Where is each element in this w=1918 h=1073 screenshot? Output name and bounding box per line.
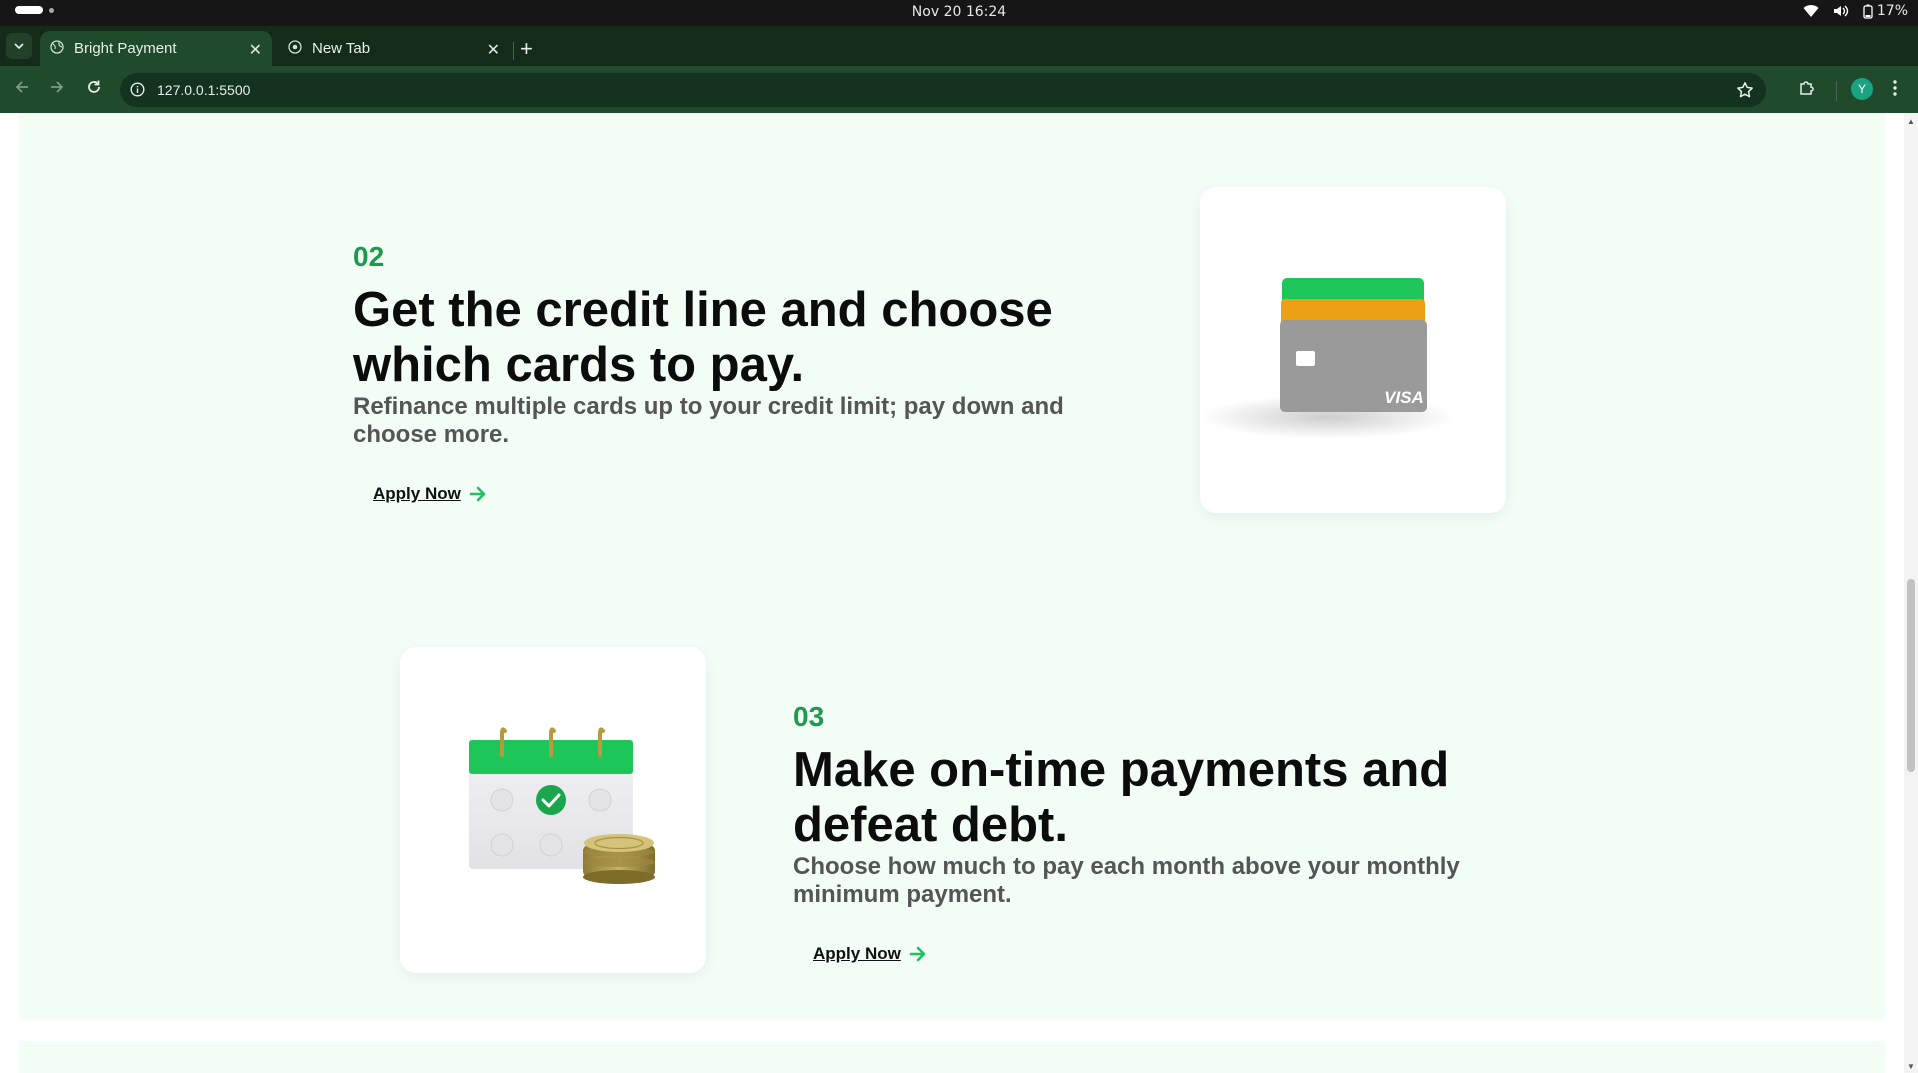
scroll-up-arrow-icon[interactable]: ▲ bbox=[1907, 117, 1915, 126]
os-top-bar: Nov 20 16:24 17% bbox=[0, 0, 1918, 26]
tab-new-tab[interactable]: New Tab ✕ bbox=[278, 31, 510, 66]
apply-now-link[interactable]: Apply Now bbox=[373, 484, 487, 504]
toolbar-divider bbox=[1836, 81, 1837, 101]
arrow-right-icon bbox=[469, 486, 486, 502]
calendar-coins-illustration bbox=[400, 647, 706, 973]
site-info-icon[interactable] bbox=[130, 82, 145, 102]
step-title: Get the credit line and choose which car… bbox=[353, 283, 1053, 392]
system-tray[interactable]: 17% bbox=[1803, 3, 1908, 19]
extensions-puzzle-icon[interactable] bbox=[1798, 79, 1816, 102]
credit-cards-icon: VISA bbox=[1200, 278, 1456, 439]
tab-bright-payment[interactable]: Bright Payment ✕ bbox=[40, 31, 272, 66]
page-scrollbar[interactable]: ▲ ▼ bbox=[1904, 113, 1918, 1073]
globe-icon bbox=[50, 39, 64, 58]
visa-card-label: VISA bbox=[1384, 388, 1424, 407]
close-tab-icon[interactable]: ✕ bbox=[249, 40, 262, 60]
bookmark-star-icon[interactable] bbox=[1736, 81, 1754, 104]
step-description: Choose how much to pay each month above … bbox=[793, 853, 1460, 908]
address-bar[interactable]: 127.0.0.1:5500 bbox=[120, 73, 1766, 107]
new-tab-button[interactable]: + bbox=[520, 36, 533, 62]
step-number: 03 bbox=[793, 701, 825, 732]
calendar-icon bbox=[469, 727, 655, 884]
battery-percent: 17% bbox=[1876, 3, 1908, 19]
reload-icon[interactable] bbox=[86, 79, 102, 100]
tab-title: Bright Payment bbox=[74, 40, 177, 57]
tab-search-button[interactable] bbox=[6, 33, 32, 59]
apply-now-label: Apply Now bbox=[373, 484, 461, 503]
step-number: 02 bbox=[353, 241, 385, 272]
apply-now-label: Apply Now bbox=[813, 944, 901, 963]
profile-avatar[interactable]: Y bbox=[1851, 78, 1873, 100]
step-description: Refinance multiple cards up to your cred… bbox=[353, 393, 1064, 448]
how-it-works-section: 02 Get the credit line and choose which … bbox=[19, 113, 1885, 1019]
volume-icon bbox=[1833, 4, 1849, 18]
scroll-down-arrow-icon[interactable]: ▼ bbox=[1907, 1062, 1915, 1071]
back-arrow-icon[interactable] bbox=[14, 79, 30, 100]
apply-now-link[interactable]: Apply Now bbox=[813, 944, 927, 964]
url-text[interactable]: 127.0.0.1:5500 bbox=[157, 82, 250, 98]
page-viewport: 02 Get the credit line and choose which … bbox=[0, 113, 1904, 1073]
os-clock[interactable]: Nov 20 16:24 bbox=[0, 4, 1918, 20]
scrollbar-thumb[interactable] bbox=[1907, 579, 1915, 772]
battery-icon bbox=[1863, 4, 1873, 19]
more-menu-icon[interactable] bbox=[1892, 79, 1898, 102]
browser-toolbar: 127.0.0.1:5500 Y bbox=[0, 66, 1918, 113]
tab-divider bbox=[513, 42, 514, 60]
credit-cards-illustration: VISA bbox=[1200, 187, 1506, 513]
tab-title: New Tab bbox=[312, 40, 371, 57]
close-tab-icon[interactable]: ✕ bbox=[487, 40, 500, 60]
forward-arrow-icon[interactable] bbox=[49, 79, 65, 100]
browser-tab-strip: Bright Payment ✕ New Tab ✕ + bbox=[0, 26, 1918, 66]
step-title: Make on-time payments and defeat debt. bbox=[793, 743, 1450, 852]
chevron-down-icon bbox=[14, 43, 24, 49]
next-section bbox=[19, 1041, 1885, 1073]
arrow-right-icon bbox=[909, 946, 926, 962]
wifi-icon bbox=[1803, 4, 1819, 18]
chrome-icon bbox=[288, 39, 302, 58]
